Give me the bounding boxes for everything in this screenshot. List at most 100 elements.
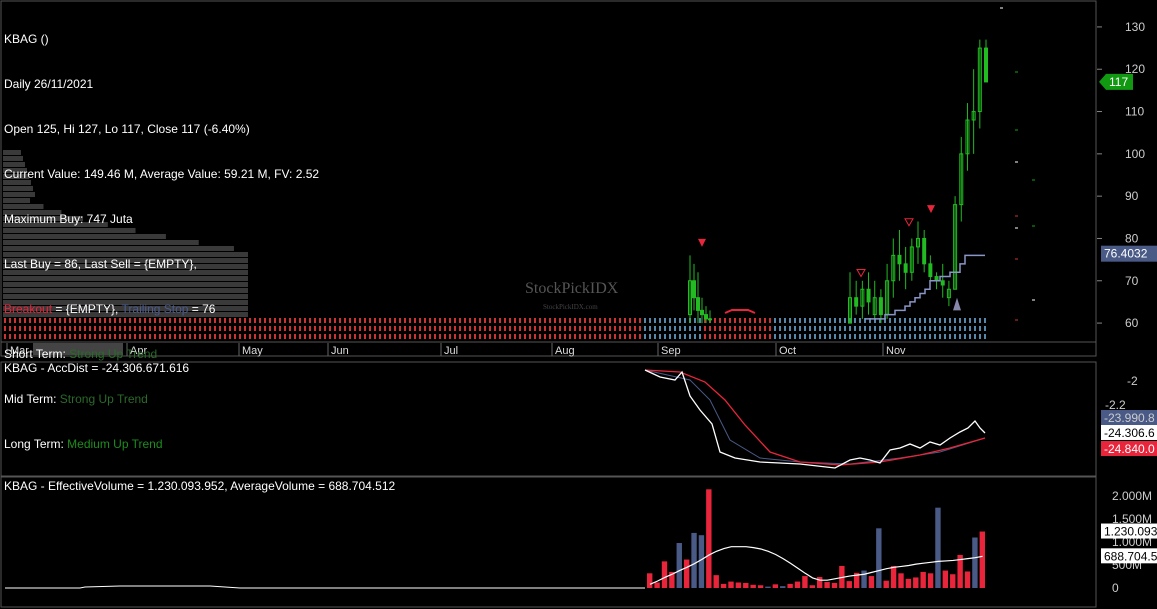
signal-marker — [474, 318, 476, 323]
signal-marker — [764, 326, 766, 331]
signal-marker — [934, 318, 936, 323]
signal-marker — [509, 318, 511, 323]
signal-marker — [344, 318, 346, 323]
signal-marker — [639, 326, 641, 331]
signal-marker — [734, 334, 736, 339]
signal-marker — [584, 334, 586, 339]
signal-marker — [514, 334, 516, 339]
signal-marker — [629, 318, 631, 323]
signal-marker — [699, 326, 701, 331]
signal-marker — [434, 318, 436, 323]
signal-marker — [524, 318, 526, 323]
signal-marker — [854, 334, 856, 339]
signal-marker — [939, 318, 941, 323]
signal-marker — [474, 334, 476, 339]
watermark-main: StockPickIDX — [525, 280, 619, 297]
signal-marker — [649, 326, 651, 331]
volume-bar — [809, 585, 815, 588]
signal-marker — [859, 326, 861, 331]
signal-marker — [534, 326, 536, 331]
signal-marker — [589, 334, 591, 339]
signal-marker — [679, 334, 681, 339]
signal-marker — [329, 334, 331, 339]
buy-arrow — [953, 297, 961, 311]
signal-marker — [609, 326, 611, 331]
signal-marker — [984, 334, 986, 339]
signal-marker — [644, 334, 646, 339]
signal-marker — [864, 326, 866, 331]
signal-marker — [979, 318, 981, 323]
signal-marker — [514, 326, 516, 331]
volume-bar — [713, 575, 719, 588]
signal-marker — [544, 326, 546, 331]
signal-marker — [789, 318, 791, 323]
signal-marker — [634, 326, 636, 331]
signal-marker — [804, 318, 806, 323]
signal-marker — [489, 334, 491, 339]
signal-marker — [739, 318, 741, 323]
volume-bar — [757, 585, 764, 588]
signal-marker — [439, 334, 441, 339]
signal-marker — [804, 334, 806, 339]
signal-marker — [779, 326, 781, 331]
signal-marker — [454, 334, 456, 339]
signal-marker — [894, 326, 896, 331]
signal-marker — [729, 334, 731, 339]
signal-marker — [469, 318, 471, 323]
signal-marker — [899, 318, 901, 323]
signal-marker — [504, 334, 506, 339]
signal-marker — [504, 318, 506, 323]
signal-marker — [609, 334, 611, 339]
signal-marker — [399, 318, 401, 323]
signal-marker — [744, 334, 746, 339]
signal-marker — [889, 326, 891, 331]
signal-marker — [874, 326, 876, 331]
signal-marker — [759, 334, 761, 339]
signal-marker — [694, 334, 696, 339]
signal-marker — [344, 334, 346, 339]
signal-marker — [984, 326, 986, 331]
short-value: Strong Up Trend — [69, 347, 158, 361]
signal-marker — [884, 334, 886, 339]
signal-marker — [589, 326, 591, 331]
month-label-5: Aug — [555, 345, 575, 357]
signal-marker — [399, 334, 401, 339]
signal-marker — [849, 326, 851, 331]
signal-marker — [719, 326, 721, 331]
accdist-signal-line — [644, 369, 986, 465]
signal-marker — [904, 334, 906, 339]
signal-marker — [379, 334, 381, 339]
signal-marker — [979, 326, 981, 331]
signal-marker — [854, 326, 856, 331]
signal-marker — [369, 318, 371, 323]
signal-marker — [404, 334, 406, 339]
volume-bar — [661, 561, 668, 588]
signal-marker — [589, 318, 591, 323]
price-tick-label-5: 80 — [1125, 231, 1139, 245]
candle-body — [704, 314, 708, 320]
signal-marker — [334, 334, 336, 339]
signal-marker — [629, 334, 631, 339]
signal-marker — [439, 318, 441, 323]
signal-marker — [604, 334, 606, 339]
signal-marker — [919, 326, 921, 331]
signal-marker — [904, 318, 906, 323]
volume-bar — [861, 570, 867, 588]
signal-marker — [869, 326, 871, 331]
signal-marker — [644, 318, 646, 323]
volume-bar — [654, 582, 660, 588]
signal-marker — [324, 318, 326, 323]
signal-marker — [559, 318, 561, 323]
signal-marker — [584, 326, 586, 331]
signal-marker — [659, 318, 661, 323]
maxbuy-line: Maximum Buy: 747 Juta — [4, 212, 133, 226]
signal-marker — [649, 318, 651, 323]
signal-marker — [559, 334, 561, 339]
signal-marker — [599, 326, 601, 331]
signal-marker — [364, 334, 366, 339]
signal-marker — [614, 326, 616, 331]
signal-marker — [349, 326, 351, 331]
signal-marker — [379, 318, 381, 323]
volume-bar — [927, 573, 934, 588]
signal-marker — [619, 334, 621, 339]
